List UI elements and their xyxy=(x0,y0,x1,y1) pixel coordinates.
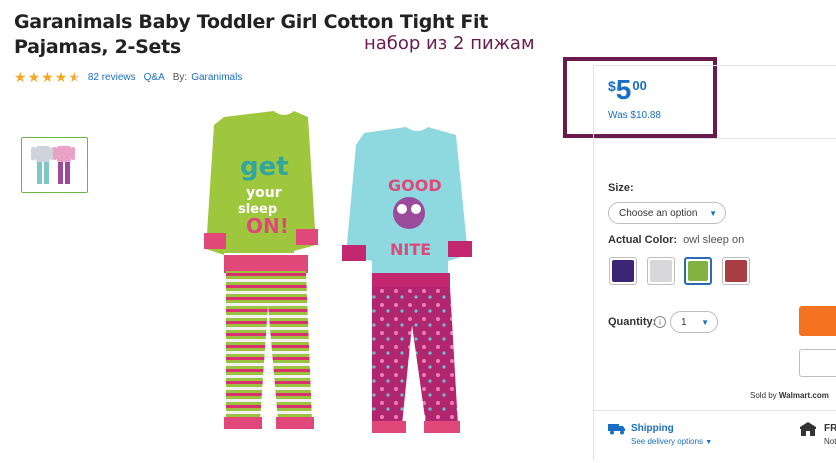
qa-link[interactable]: Q&A xyxy=(144,72,165,83)
annotation-text: набор из 2 пижам xyxy=(364,33,535,54)
quantity-info-icon[interactable]: i xyxy=(654,316,666,328)
truck-icon xyxy=(608,424,625,435)
svg-text:get: get xyxy=(240,152,289,182)
seller-name: Walmart.com xyxy=(778,391,829,400)
delivery-options-link[interactable]: See delivery options ▼ xyxy=(631,437,712,446)
star-icon: ★ xyxy=(14,69,27,85)
swatch-fill xyxy=(688,261,708,281)
chevron-down-icon: ▼ xyxy=(701,317,709,327)
brand-link[interactable]: Garanimals xyxy=(191,72,242,83)
star-icon: ★ xyxy=(41,69,54,85)
price-currency: $ xyxy=(608,78,616,94)
color-swatch-green[interactable] xyxy=(684,257,712,285)
size-select[interactable]: Choose an option ▼ xyxy=(608,202,726,224)
product-main-image[interactable]: get your sleep ON! GOOD NITE xyxy=(196,105,496,445)
store-pickup-title: FRE xyxy=(824,423,836,434)
store-pickup-subtitle: Not xyxy=(824,437,836,446)
rating-row: ★ ★ ★ ★ ★ 82 reviews Q&A By: Garanimals xyxy=(14,69,242,85)
svg-text:NITE: NITE xyxy=(390,240,431,259)
star-icon: ★ xyxy=(27,69,41,85)
price-dollars: 5 xyxy=(615,74,632,105)
chevron-down-icon: ▼ xyxy=(705,439,713,446)
reviews-link[interactable]: 82 reviews xyxy=(88,72,136,83)
color-label: Actual Color: xyxy=(608,234,678,246)
swatch-fill xyxy=(725,260,747,282)
price-cents: 00 xyxy=(632,78,647,93)
color-value: owl sleep on xyxy=(683,234,745,246)
swatch-fill xyxy=(612,260,634,282)
add-to-cart-button[interactable] xyxy=(799,306,836,336)
svg-text:ON!: ON! xyxy=(246,214,289,238)
store-icon xyxy=(800,422,816,436)
was-price: Was $10.88 xyxy=(608,110,661,121)
sold-by: Sold by Walmart.com xyxy=(750,391,829,400)
shipping-section: Shipping See delivery options ▼ FRE Not xyxy=(594,410,836,463)
quantity-select[interactable]: 1 ▼ xyxy=(670,311,718,333)
swatch-fill xyxy=(650,260,672,282)
size-label: Size: xyxy=(608,182,634,194)
shipping-title: Shipping xyxy=(631,423,674,434)
color-swatch-purple[interactable] xyxy=(609,257,637,285)
color-row: Actual Color: owl sleep on xyxy=(608,234,744,246)
rating-stars[interactable]: ★ ★ ★ ★ ★ xyxy=(14,70,82,84)
product-thumbnail[interactable] xyxy=(21,137,88,193)
delivery-options-label: See delivery options xyxy=(631,437,704,446)
quantity-label: Quantity: xyxy=(608,316,657,328)
quantity-value: 1 xyxy=(681,316,687,328)
purchase-panel: $ 5 00 Was $10.88 Size: Choose an option… xyxy=(593,65,836,461)
price-section: $ 5 00 Was $10.88 xyxy=(594,66,836,139)
color-swatch-gray[interactable] xyxy=(647,257,675,285)
price: $ 5 00 xyxy=(608,75,647,105)
by-label: By: xyxy=(172,71,188,83)
size-select-value: Choose an option xyxy=(619,207,698,219)
sold-by-label: Sold by xyxy=(750,391,777,400)
secondary-action-button[interactable] xyxy=(799,349,836,377)
thumbnail-image xyxy=(31,146,75,184)
half-star-icon: ★ xyxy=(68,69,81,85)
svg-text:your: your xyxy=(246,185,282,201)
chevron-down-icon: ▼ xyxy=(709,208,717,218)
star-icon: ★ xyxy=(54,69,68,85)
svg-text:GOOD: GOOD xyxy=(388,176,442,195)
color-swatch-red[interactable] xyxy=(722,257,750,285)
